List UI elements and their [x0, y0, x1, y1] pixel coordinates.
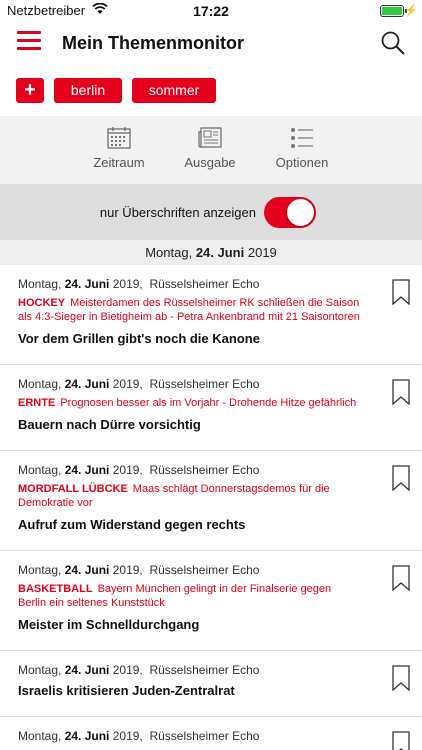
article-meta: Montag, 24. Juni 2019, Rüsselsheimer Ech…	[18, 729, 362, 743]
article-kicker-keyword: ERNTE	[18, 397, 56, 409]
bookmark-icon[interactable]	[392, 565, 410, 591]
article-meta: Montag, 24. Juni 2019, Rüsselsheimer Ech…	[18, 663, 362, 677]
article-list: Montag, 24. Juni 2019, Rüsselsheimer Ech…	[0, 265, 422, 750]
article-item[interactable]: Montag, 24. Juni 2019, Rüsselsheimer Ech…	[0, 265, 422, 365]
article-kicker-keyword: MORDFALL LÜBCKE	[18, 483, 128, 495]
filter-toolbar: Zeitraum Ausgabe Optionen	[0, 116, 422, 184]
article-weekday: Montag,	[18, 463, 62, 477]
bookmark-icon[interactable]	[392, 465, 410, 491]
article-item[interactable]: Montag, 24. Juni 2019, Rüsselsheimer Ech…	[0, 451, 422, 551]
article-headline: Aufruf zum Widerstand gegen rechts	[18, 517, 246, 532]
clock: 17:22	[193, 3, 229, 19]
zeitraum-button[interactable]: Zeitraum	[74, 126, 164, 170]
article-source: Rüsselsheimer Echo	[149, 563, 260, 577]
date-header: Montag, 24. Juni 2019	[0, 240, 422, 265]
article-kicker: BASKETBALL Bayern München gelingt in der …	[18, 582, 362, 610]
article-item[interactable]: Montag, 24. Juni 2019, Rüsselsheimer Ech…	[0, 651, 422, 717]
zeitraum-label: Zeitraum	[93, 155, 145, 170]
article-day-month: 24. Juni	[64, 377, 110, 391]
article-day-month: 24. Juni	[64, 563, 110, 577]
article-year: 2019,	[112, 463, 143, 477]
article-kicker-text: Meisterdamen des Rüsselsheimer RK schlie…	[18, 297, 360, 323]
bookmark-icon[interactable]	[392, 731, 410, 750]
article-meta: Montag, 24. Juni 2019, Rüsselsheimer Ech…	[18, 463, 362, 477]
tag-berlin[interactable]: berlin	[54, 78, 122, 103]
article-kicker: ERNTE Prognosen besser als im Vorjahr - D…	[18, 396, 362, 410]
article-source: Rüsselsheimer Echo	[149, 277, 260, 291]
calendar-icon	[107, 127, 131, 149]
headline-toggle-label: nur Überschriften anzeigen	[99, 205, 256, 220]
article-source: Rüsselsheimer Echo	[149, 463, 260, 477]
article-year: 2019,	[112, 663, 143, 677]
article-item[interactable]: Montag, 24. Juni 2019, Rüsselsheimer Ech…	[0, 717, 422, 750]
article-meta: Montag, 24. Juni 2019, Rüsselsheimer Ech…	[18, 277, 362, 291]
article-weekday: Montag,	[18, 663, 62, 677]
article-source: Rüsselsheimer Echo	[149, 729, 260, 743]
article-item[interactable]: Montag, 24. Juni 2019, Rüsselsheimer Ech…	[0, 365, 422, 451]
optionen-label: Optionen	[275, 155, 329, 170]
article-kicker: MORDFALL LÜBCKE Maas schlägt Donnerstagsd…	[18, 482, 362, 510]
add-tag-button[interactable]: +	[16, 78, 44, 103]
switch-knob	[287, 199, 314, 226]
tag-sommer[interactable]: sommer	[132, 78, 216, 103]
battery-icon	[380, 5, 404, 17]
article-year: 2019,	[112, 729, 143, 743]
bookmark-icon[interactable]	[392, 379, 410, 405]
headline-only-switch[interactable]	[264, 197, 316, 228]
article-meta: Montag, 24. Juni 2019, Rüsselsheimer Ech…	[18, 377, 362, 391]
article-headline: Vor dem Grillen gibt's noch die Kanone	[18, 331, 260, 346]
ausgabe-button[interactable]: Ausgabe	[165, 126, 255, 170]
article-year: 2019,	[112, 563, 143, 577]
article-weekday: Montag,	[18, 563, 62, 577]
article-headline: Meister im Schnelldurchgang	[18, 617, 200, 632]
navigation-bar: Mein Themenmonitor	[0, 22, 422, 66]
article-weekday: Montag,	[18, 377, 62, 391]
article-weekday: Montag,	[18, 729, 62, 743]
bookmark-icon[interactable]	[392, 279, 410, 305]
article-headline: Israelis kritisieren Juden-Zentralrat	[18, 683, 235, 698]
headline-toggle-row: nur Überschriften anzeigen	[0, 184, 422, 240]
date-weekday: Montag,	[145, 245, 193, 260]
page-title: Mein Themenmonitor	[62, 33, 245, 53]
ausgabe-label: Ausgabe	[184, 155, 236, 170]
article-headline: Bauern nach Dürre vorsichtig	[18, 417, 201, 432]
newspaper-icon	[198, 127, 222, 148]
tag-bar: + berlin sommer	[0, 66, 422, 116]
search-icon[interactable]	[380, 30, 406, 56]
article-day-month: 24. Juni	[64, 463, 110, 477]
charging-bolt-icon: ⚡	[404, 5, 418, 17]
article-kicker-keyword: HOCKEY	[18, 297, 66, 309]
article-item[interactable]: Montag, 24. Juni 2019, Rüsselsheimer Ech…	[0, 551, 422, 651]
article-meta: Montag, 24. Juni 2019, Rüsselsheimer Ech…	[18, 563, 362, 577]
article-day-month: 24. Juni	[64, 729, 110, 743]
article-year: 2019,	[112, 377, 143, 391]
bookmark-icon[interactable]	[392, 665, 410, 691]
list-icon	[291, 128, 313, 148]
article-year: 2019,	[112, 277, 143, 291]
article-day-month: 24. Juni	[64, 277, 110, 291]
article-source: Rüsselsheimer Echo	[149, 663, 260, 677]
article-kicker-keyword: BASKETBALL	[18, 583, 93, 595]
status-bar: Netzbetreiber 17:22 ⚡	[0, 0, 422, 22]
article-weekday: Montag,	[18, 277, 62, 291]
article-source: Rüsselsheimer Echo	[149, 377, 260, 391]
article-kicker: HOCKEY Meisterdamen des Rüsselsheimer RK …	[18, 296, 362, 324]
date-day-month: 24. Juni	[195, 245, 245, 260]
article-kicker-text: Prognosen besser als im Vorjahr - Drohen…	[60, 397, 357, 409]
date-year: 2019	[247, 245, 277, 260]
optionen-button[interactable]: Optionen	[257, 126, 347, 170]
article-day-month: 24. Juni	[64, 663, 110, 677]
menu-icon[interactable]	[17, 31, 41, 51]
